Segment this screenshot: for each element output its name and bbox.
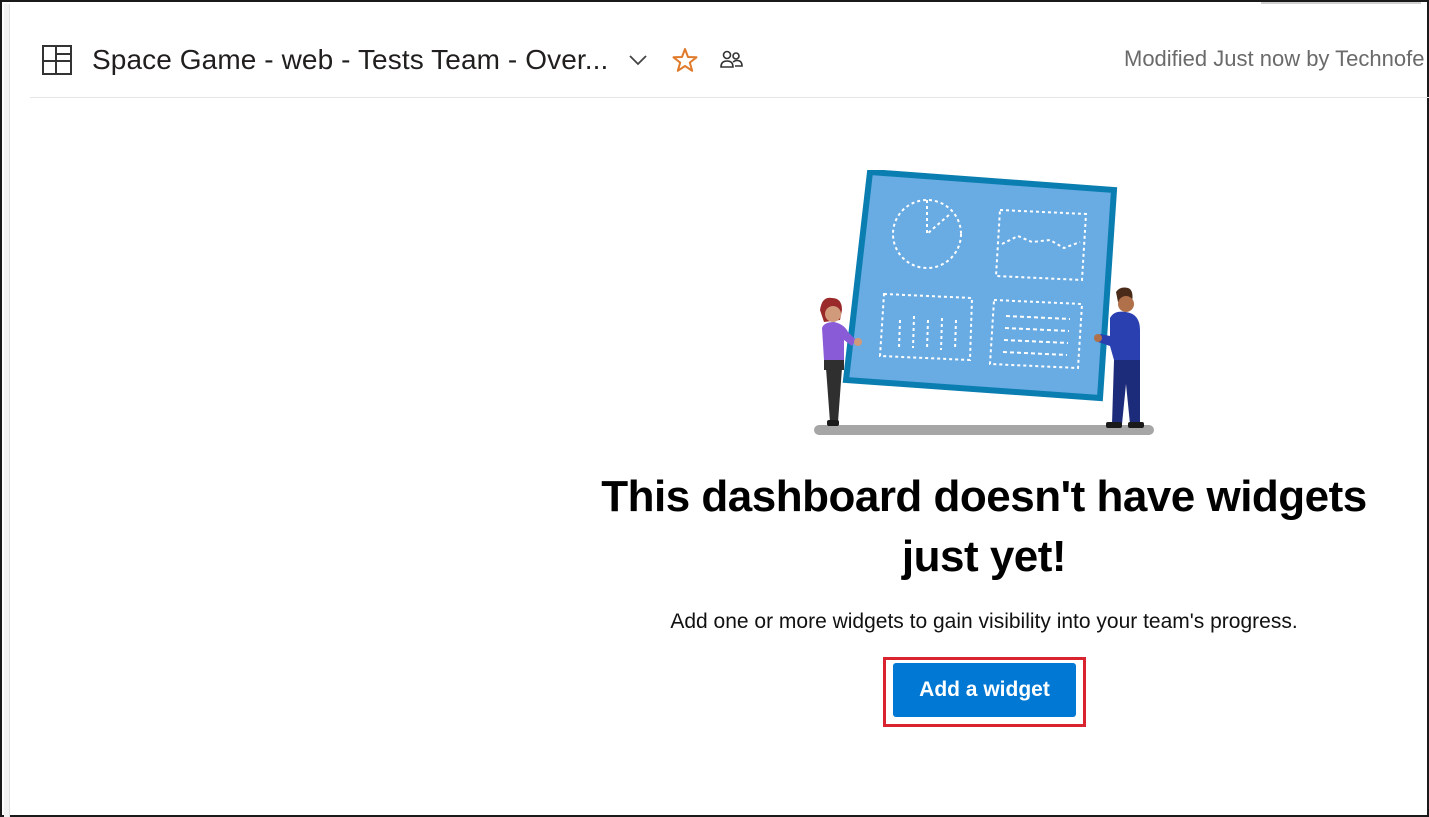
left-nav-edge (4, 4, 10, 817)
add-widget-button[interactable]: Add a widget (893, 663, 1076, 717)
dashboard-header: Space Game - web - Tests Team - Over... … (30, 22, 1429, 98)
empty-dashboard-illustration (814, 170, 1154, 435)
empty-state-description: Add one or more widgets to gain visibili… (670, 610, 1298, 633)
dashboard-icon (42, 45, 72, 75)
favorite-star-icon[interactable] (672, 47, 698, 73)
window-frame: Space Game - web - Tests Team - Over... … (0, 0, 1429, 817)
top-border-accent (1261, 2, 1421, 4)
modified-info: Modified Just now by Technofe (1124, 46, 1425, 71)
chevron-down-icon[interactable] (626, 48, 650, 72)
dashboard-title[interactable]: Space Game - web - Tests Team - Over... (92, 44, 608, 76)
team-members-icon[interactable] (718, 47, 744, 73)
empty-state-headline: This dashboard doesn't have widgets just… (601, 472, 1367, 581)
